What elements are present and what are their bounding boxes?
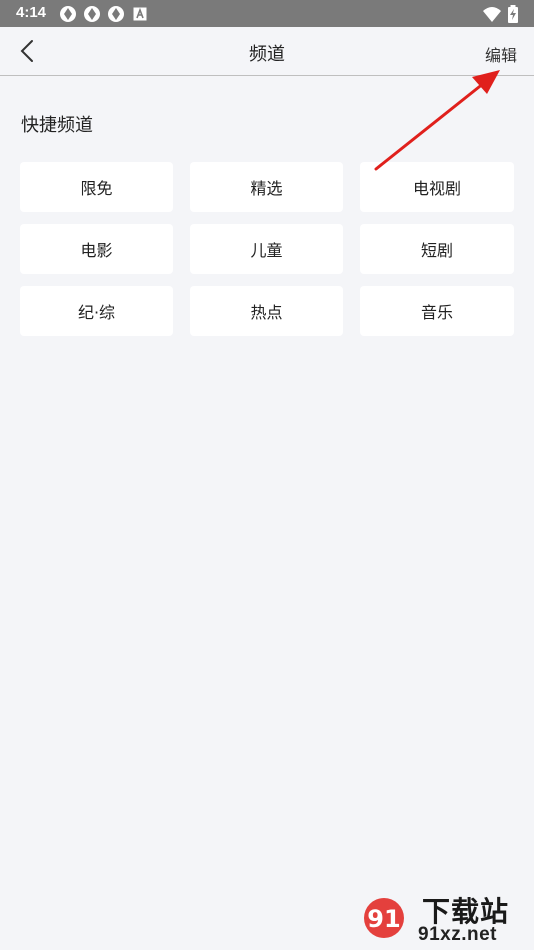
channel-item[interactable]: 热点 xyxy=(190,286,343,336)
status-time: 4:14 xyxy=(16,4,47,21)
section-title: 快捷频道 xyxy=(21,115,93,136)
wifi-icon xyxy=(483,7,501,22)
channel-item[interactable]: 儿童 xyxy=(190,224,343,274)
channel-item[interactable]: 电影 xyxy=(20,224,173,274)
watermark-url: 91xz.net xyxy=(418,924,497,945)
aperture-icon xyxy=(108,6,124,22)
channel-grid: 限免 精选 电视剧 电影 儿童 短剧 纪·综 热点 音乐 xyxy=(20,162,514,336)
aperture-icon xyxy=(84,6,100,22)
channel-item[interactable]: 音乐 xyxy=(360,286,514,336)
channel-item[interactable]: 短剧 xyxy=(360,224,514,274)
navigation-bar: 频道 编辑 xyxy=(0,27,534,76)
channel-item[interactable]: 精选 xyxy=(190,162,343,212)
battery-charging-icon xyxy=(508,5,518,23)
edit-button[interactable]: 编辑 xyxy=(485,42,517,66)
status-bar: 4:14 xyxy=(0,0,534,27)
watermark: 91 下载站 91xz.net xyxy=(360,890,530,950)
watermark-logo: 91 xyxy=(364,898,404,938)
a-badge-icon xyxy=(133,7,147,21)
page-title: 频道 xyxy=(249,44,285,65)
aperture-icon xyxy=(60,6,76,22)
annotation-arrow xyxy=(374,70,500,171)
channel-item[interactable]: 限免 xyxy=(20,162,173,212)
channel-item[interactable]: 电视剧 xyxy=(360,162,514,212)
svg-text:91: 91 xyxy=(367,905,400,933)
channel-item[interactable]: 纪·综 xyxy=(20,286,173,336)
